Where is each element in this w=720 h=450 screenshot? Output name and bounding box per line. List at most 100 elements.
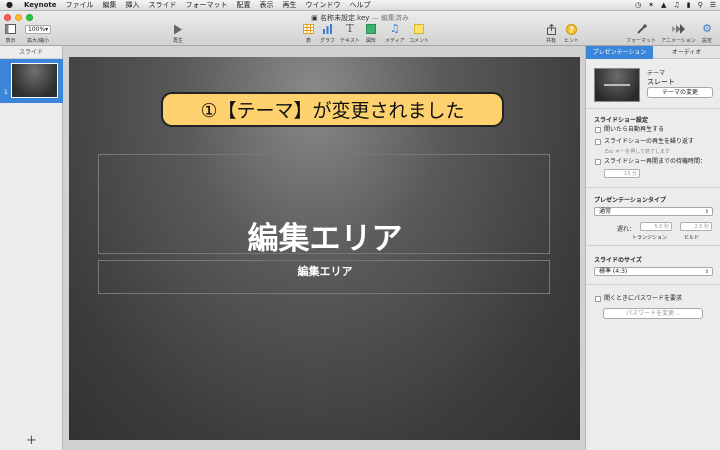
slideshow-settings-heading: スライドショー設定 [594, 117, 649, 124]
inspector-tabs: プレゼンテーション オーディオ [586, 46, 720, 59]
battery-icon[interactable]: ▮ [687, 0, 691, 11]
notification-icon[interactable]: ☰ [710, 0, 716, 11]
time-machine-icon[interactable]: ◷ [635, 0, 641, 11]
chart-button[interactable]: グラフ [320, 23, 335, 44]
paintbrush-icon [636, 23, 647, 35]
slide-size-value: 標準 (4:3) [599, 268, 628, 275]
loop-hint: Esc キーを押して終了します [605, 149, 670, 155]
change-theme-button[interactable]: テーマの変更 [647, 87, 713, 98]
menu-window[interactable]: ウインドウ [306, 0, 341, 11]
idle-minutes-stepper[interactable]: 15 分 [604, 169, 640, 178]
slide-size-heading: スライドのサイズ [594, 257, 642, 264]
keynote-doc-icon: ▣ [311, 14, 318, 22]
menu-view[interactable]: 表示 [260, 0, 274, 11]
chevron-down-icon: ▾ [45, 25, 49, 33]
loop-checkbox[interactable]: スライドショーの再生を繰り返す [595, 138, 694, 146]
menu-insert[interactable]: 挿入 [126, 0, 140, 11]
subtitle-placeholder[interactable]: 編集エリア [98, 260, 550, 294]
zoom-label: 拡大/縮小 [27, 38, 49, 44]
tab-audio[interactable]: オーディオ [653, 46, 720, 59]
chevron-updown-icon: ⇕ [704, 209, 709, 215]
apple-icon[interactable]: ● [6, 1, 15, 9]
theme-name: スレート [647, 78, 675, 86]
divider [586, 187, 720, 188]
window-toolbar: ▣ 名称未設定.key — 編集済み 表示 100% ▾ 拡大/縮小 再生 表 [0, 11, 720, 46]
play-icon [173, 23, 183, 35]
loop-label: スライドショーの再生を繰り返す [604, 138, 695, 145]
navigator-header: スライド [0, 46, 62, 59]
text-label: テキスト [340, 38, 360, 44]
add-slide-button[interactable]: + [26, 434, 37, 447]
tab-presentation[interactable]: プレゼンテーション [586, 46, 653, 59]
divider [586, 284, 720, 285]
animate-icon [671, 23, 685, 35]
autoplay-checkbox[interactable]: 開いたら自動再生する [595, 126, 664, 134]
presentation-type-select[interactable]: 通常 ⇕ [594, 207, 713, 216]
bluetooth-icon[interactable]: ✶ [648, 0, 654, 11]
zoom-control[interactable]: 100% ▾ 拡大/縮小 [25, 23, 51, 44]
menu-app[interactable]: Keynote [24, 0, 57, 11]
slide-thumbnail[interactable] [11, 63, 58, 98]
annotation-callout: ①【テーマ】が変更されました [161, 92, 504, 127]
slide-size-select[interactable]: 標準 (4:3) ⇕ [594, 267, 713, 276]
gear-icon: ⚙ [702, 22, 712, 35]
animate-button[interactable]: アニメーション [661, 23, 696, 44]
music-note-icon: ♫ [389, 22, 400, 35]
document-button[interactable]: ⚙ 設定 [702, 22, 712, 45]
shape-button[interactable]: 図形 [366, 23, 376, 44]
table-label: 表 [305, 38, 311, 44]
text-icon: T [346, 22, 354, 35]
shape-icon [366, 23, 376, 35]
media-button[interactable]: ♫ メディア [385, 22, 405, 45]
idle-restart-checkbox[interactable]: スライドショー再開までの待機時間： [595, 158, 706, 166]
menu-format[interactable]: フォーマット [186, 0, 228, 11]
build-delay-stepper[interactable]: 2.0 秒 [680, 222, 712, 231]
media-label: メディア [385, 38, 405, 44]
slide-canvas[interactable]: 編集エリア 編集エリア ①【テーマ】が変更されました [69, 57, 580, 440]
window-title: ▣ 名称未設定.key — 編集済み [0, 13, 720, 23]
view-button[interactable]: 表示 [5, 23, 16, 44]
inspector-panel: プレゼンテーション オーディオ テーマ スレート テーマの変更 スライドショー設… [585, 46, 720, 450]
play-button[interactable]: 再生 [173, 23, 183, 44]
volume-icon[interactable]: ♫ [673, 0, 679, 11]
table-icon [303, 23, 314, 35]
title-placeholder[interactable]: 編集エリア [98, 154, 550, 257]
share-button[interactable]: 共有 [546, 23, 556, 44]
menu-file[interactable]: ファイル [66, 0, 94, 11]
presentation-type-value: 通常 [599, 208, 612, 215]
share-icon [546, 23, 556, 35]
table-button[interactable]: 表 [303, 23, 314, 44]
play-label: 再生 [173, 38, 184, 44]
text-button[interactable]: T テキスト [340, 22, 360, 45]
zoom-select[interactable]: 100% ▾ [25, 24, 51, 34]
document-title: 名称未設定.key [319, 14, 370, 22]
menu-edit[interactable]: 編集 [103, 0, 117, 11]
build-label: ビルド [684, 235, 700, 241]
slide-title[interactable]: 編集エリア [99, 213, 551, 258]
wifi-icon[interactable]: ▲ [661, 0, 666, 11]
theme-thumbnail [594, 68, 640, 102]
spotlight-icon[interactable]: ⚲ [698, 0, 703, 11]
shape-label: 図形 [366, 38, 377, 44]
slide-subtitle[interactable]: 編集エリア [99, 263, 551, 279]
comment-button[interactable]: コメント [409, 23, 429, 44]
format-button[interactable]: フォーマット [626, 23, 656, 44]
chevron-updown-icon: ⇕ [704, 269, 709, 275]
share-label: 共有 [546, 38, 557, 44]
tips-button[interactable]: ? ヒント [564, 23, 579, 44]
password-label: 開くときにパスワードを要求 [604, 295, 683, 302]
menu-play[interactable]: 再生 [283, 0, 297, 11]
transition-delay-stepper[interactable]: 5.0 秒 [640, 222, 672, 231]
menu-slide[interactable]: スライド [149, 0, 177, 11]
menu-help[interactable]: ヘルプ [350, 0, 371, 11]
delay-label: 遅れ： [617, 226, 636, 233]
build-delay-value: 2.0 秒 [694, 224, 709, 230]
autoplay-label: 開いたら自動再生する [604, 126, 665, 133]
change-password-button[interactable]: パスワードを変更... [603, 308, 703, 319]
password-checkbox[interactable]: 開くときにパスワードを要求 [595, 295, 682, 303]
help-icon: ? [566, 23, 577, 35]
presentation-type-heading: プレゼンテーションタイプ [594, 197, 666, 204]
menu-arrange[interactable]: 配置 [237, 0, 251, 11]
comment-icon [414, 23, 424, 35]
slide-thumbnail-row[interactable]: 1 [0, 59, 63, 103]
